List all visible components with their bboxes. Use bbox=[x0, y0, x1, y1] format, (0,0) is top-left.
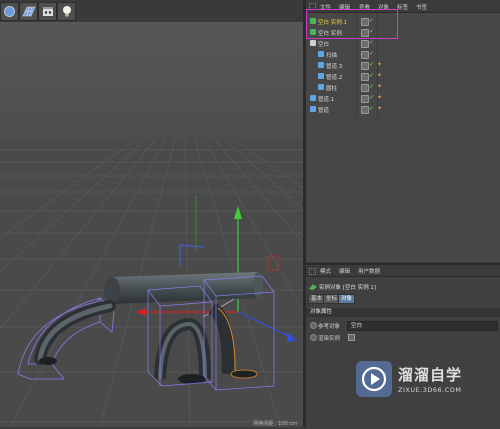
object-label: 管道.3 bbox=[326, 64, 343, 70]
render-instance-row: 渲染实例 bbox=[306, 333, 500, 342]
object-row[interactable]: 扫描 ✓ bbox=[306, 50, 500, 59]
menu-edit[interactable]: 编辑 bbox=[339, 267, 350, 275]
tube-icon bbox=[310, 95, 316, 101]
scene-render bbox=[0, 22, 303, 427]
phong-tag-icon[interactable]: ✦ bbox=[377, 84, 385, 90]
reference-object-field[interactable]: 空白 bbox=[347, 321, 498, 331]
render-instance-checkbox[interactable] bbox=[348, 334, 355, 341]
object-row[interactable]: 管道.3 ✓ ✦ bbox=[306, 61, 500, 70]
film-clapper-icon[interactable] bbox=[38, 2, 57, 21]
object-row[interactable]: 圆柱 ✓ ✦ bbox=[306, 83, 500, 92]
grid-plane-icon[interactable] bbox=[19, 2, 38, 21]
layer-icon[interactable] bbox=[361, 84, 369, 92]
tab-object[interactable]: 对象 bbox=[338, 294, 356, 304]
object-row[interactable]: 管道.1 ✓ ✦ bbox=[306, 94, 500, 103]
menu-user-data[interactable]: 用户数据 bbox=[358, 267, 380, 275]
sphere-icon[interactable] bbox=[0, 2, 19, 21]
instance-icon bbox=[309, 284, 317, 290]
reference-object-row: 参考对象 空白 bbox=[306, 321, 500, 331]
play-logo-icon bbox=[356, 361, 392, 397]
enabled-check-icon[interactable]: ✓ bbox=[369, 106, 374, 112]
enabled-check-icon[interactable]: ✓ bbox=[369, 40, 374, 46]
visibility-toggles[interactable]: ✓ bbox=[357, 106, 377, 114]
layer-icon[interactable] bbox=[361, 40, 369, 48]
light-bulb-icon[interactable] bbox=[57, 2, 76, 21]
panel-grip-icon[interactable] bbox=[309, 268, 316, 275]
object-manager: 文件 编辑 查看 对象 标签 书签 空白 实例.1 ✓ 空白 实例 ✓ 空白 ✓ 扫描 ✓ 管道… bbox=[306, 0, 500, 262]
visibility-toggles[interactable]: ✓ bbox=[357, 40, 377, 48]
object-properties-header: 对象属性 bbox=[306, 308, 500, 317]
phong-tag-icon[interactable]: ✦ bbox=[377, 73, 385, 79]
phong-tag-icon[interactable]: ✦ bbox=[377, 95, 385, 101]
object-row[interactable]: 空白 ✓ bbox=[306, 39, 500, 48]
attribute-title: 实例对象 [空白 实例.1] bbox=[319, 285, 377, 291]
3d-viewport[interactable]: ✣↕↻▢ bbox=[0, 0, 303, 427]
enabled-check-icon[interactable]: ✓ bbox=[369, 73, 374, 79]
object-row[interactable]: 管道 ✓ ✦ bbox=[306, 105, 500, 114]
cylinder-icon bbox=[318, 84, 324, 90]
menu-tags[interactable]: 标签 bbox=[397, 3, 408, 11]
visibility-toggles[interactable]: ✓ bbox=[357, 95, 377, 103]
layer-icon[interactable] bbox=[361, 62, 369, 70]
layer-icon[interactable] bbox=[361, 95, 369, 103]
layer-icon[interactable] bbox=[361, 106, 369, 114]
menu-bookmarks[interactable]: 书签 bbox=[416, 3, 427, 11]
object-row[interactable]: 管道.2 ✓ ✦ bbox=[306, 72, 500, 81]
render-instance-label: 渲染实例 bbox=[318, 336, 341, 342]
layer-icon[interactable] bbox=[361, 73, 369, 81]
watermark: 溜溜自学 ZIXUE.3D66.COM bbox=[350, 352, 472, 410]
object-label: 圆柱 bbox=[326, 86, 338, 92]
enabled-check-icon[interactable]: ✓ bbox=[369, 84, 374, 90]
visibility-toggles[interactable]: ✓ bbox=[357, 51, 377, 59]
object-label: 空白 bbox=[318, 42, 330, 48]
tube-icon bbox=[318, 73, 324, 79]
grid-spacing-readout: 网格间距 : 100 cm bbox=[253, 421, 297, 427]
animate-radio[interactable] bbox=[310, 334, 317, 341]
highlight-annotation bbox=[306, 9, 398, 39]
enabled-check-icon[interactable]: ✓ bbox=[369, 51, 374, 57]
layer-icon[interactable] bbox=[361, 51, 369, 59]
menu-mode[interactable]: 模式 bbox=[320, 267, 331, 275]
object-label: 扫描 bbox=[326, 53, 338, 59]
watermark-url: ZIXUE.3D66.COM bbox=[398, 386, 462, 394]
object-label: 管道.1 bbox=[318, 97, 335, 103]
tube-icon bbox=[310, 106, 316, 112]
object-label: 管道.2 bbox=[326, 75, 343, 81]
visibility-toggles[interactable]: ✓ bbox=[357, 84, 377, 92]
enabled-check-icon[interactable]: ✓ bbox=[369, 62, 374, 68]
null-icon bbox=[310, 40, 316, 46]
reference-object-label: 参考对象 bbox=[318, 324, 341, 330]
watermark-text: 溜溜自学 bbox=[398, 366, 463, 384]
tube-icon bbox=[318, 62, 324, 68]
sweep-icon bbox=[318, 51, 324, 57]
object-label: 管道 bbox=[318, 108, 330, 114]
attribute-manager-menubar: 模式 编辑 用户数据 bbox=[306, 265, 500, 277]
visibility-toggles[interactable]: ✓ bbox=[357, 73, 377, 81]
animate-radio[interactable] bbox=[310, 322, 317, 329]
phong-tag-icon[interactable]: ✦ bbox=[377, 62, 385, 68]
visibility-toggles[interactable]: ✓ bbox=[357, 62, 377, 70]
viewport-toolbar bbox=[0, 0, 303, 23]
enabled-check-icon[interactable]: ✓ bbox=[369, 95, 374, 101]
phong-tag-icon[interactable]: ✦ bbox=[377, 106, 385, 112]
